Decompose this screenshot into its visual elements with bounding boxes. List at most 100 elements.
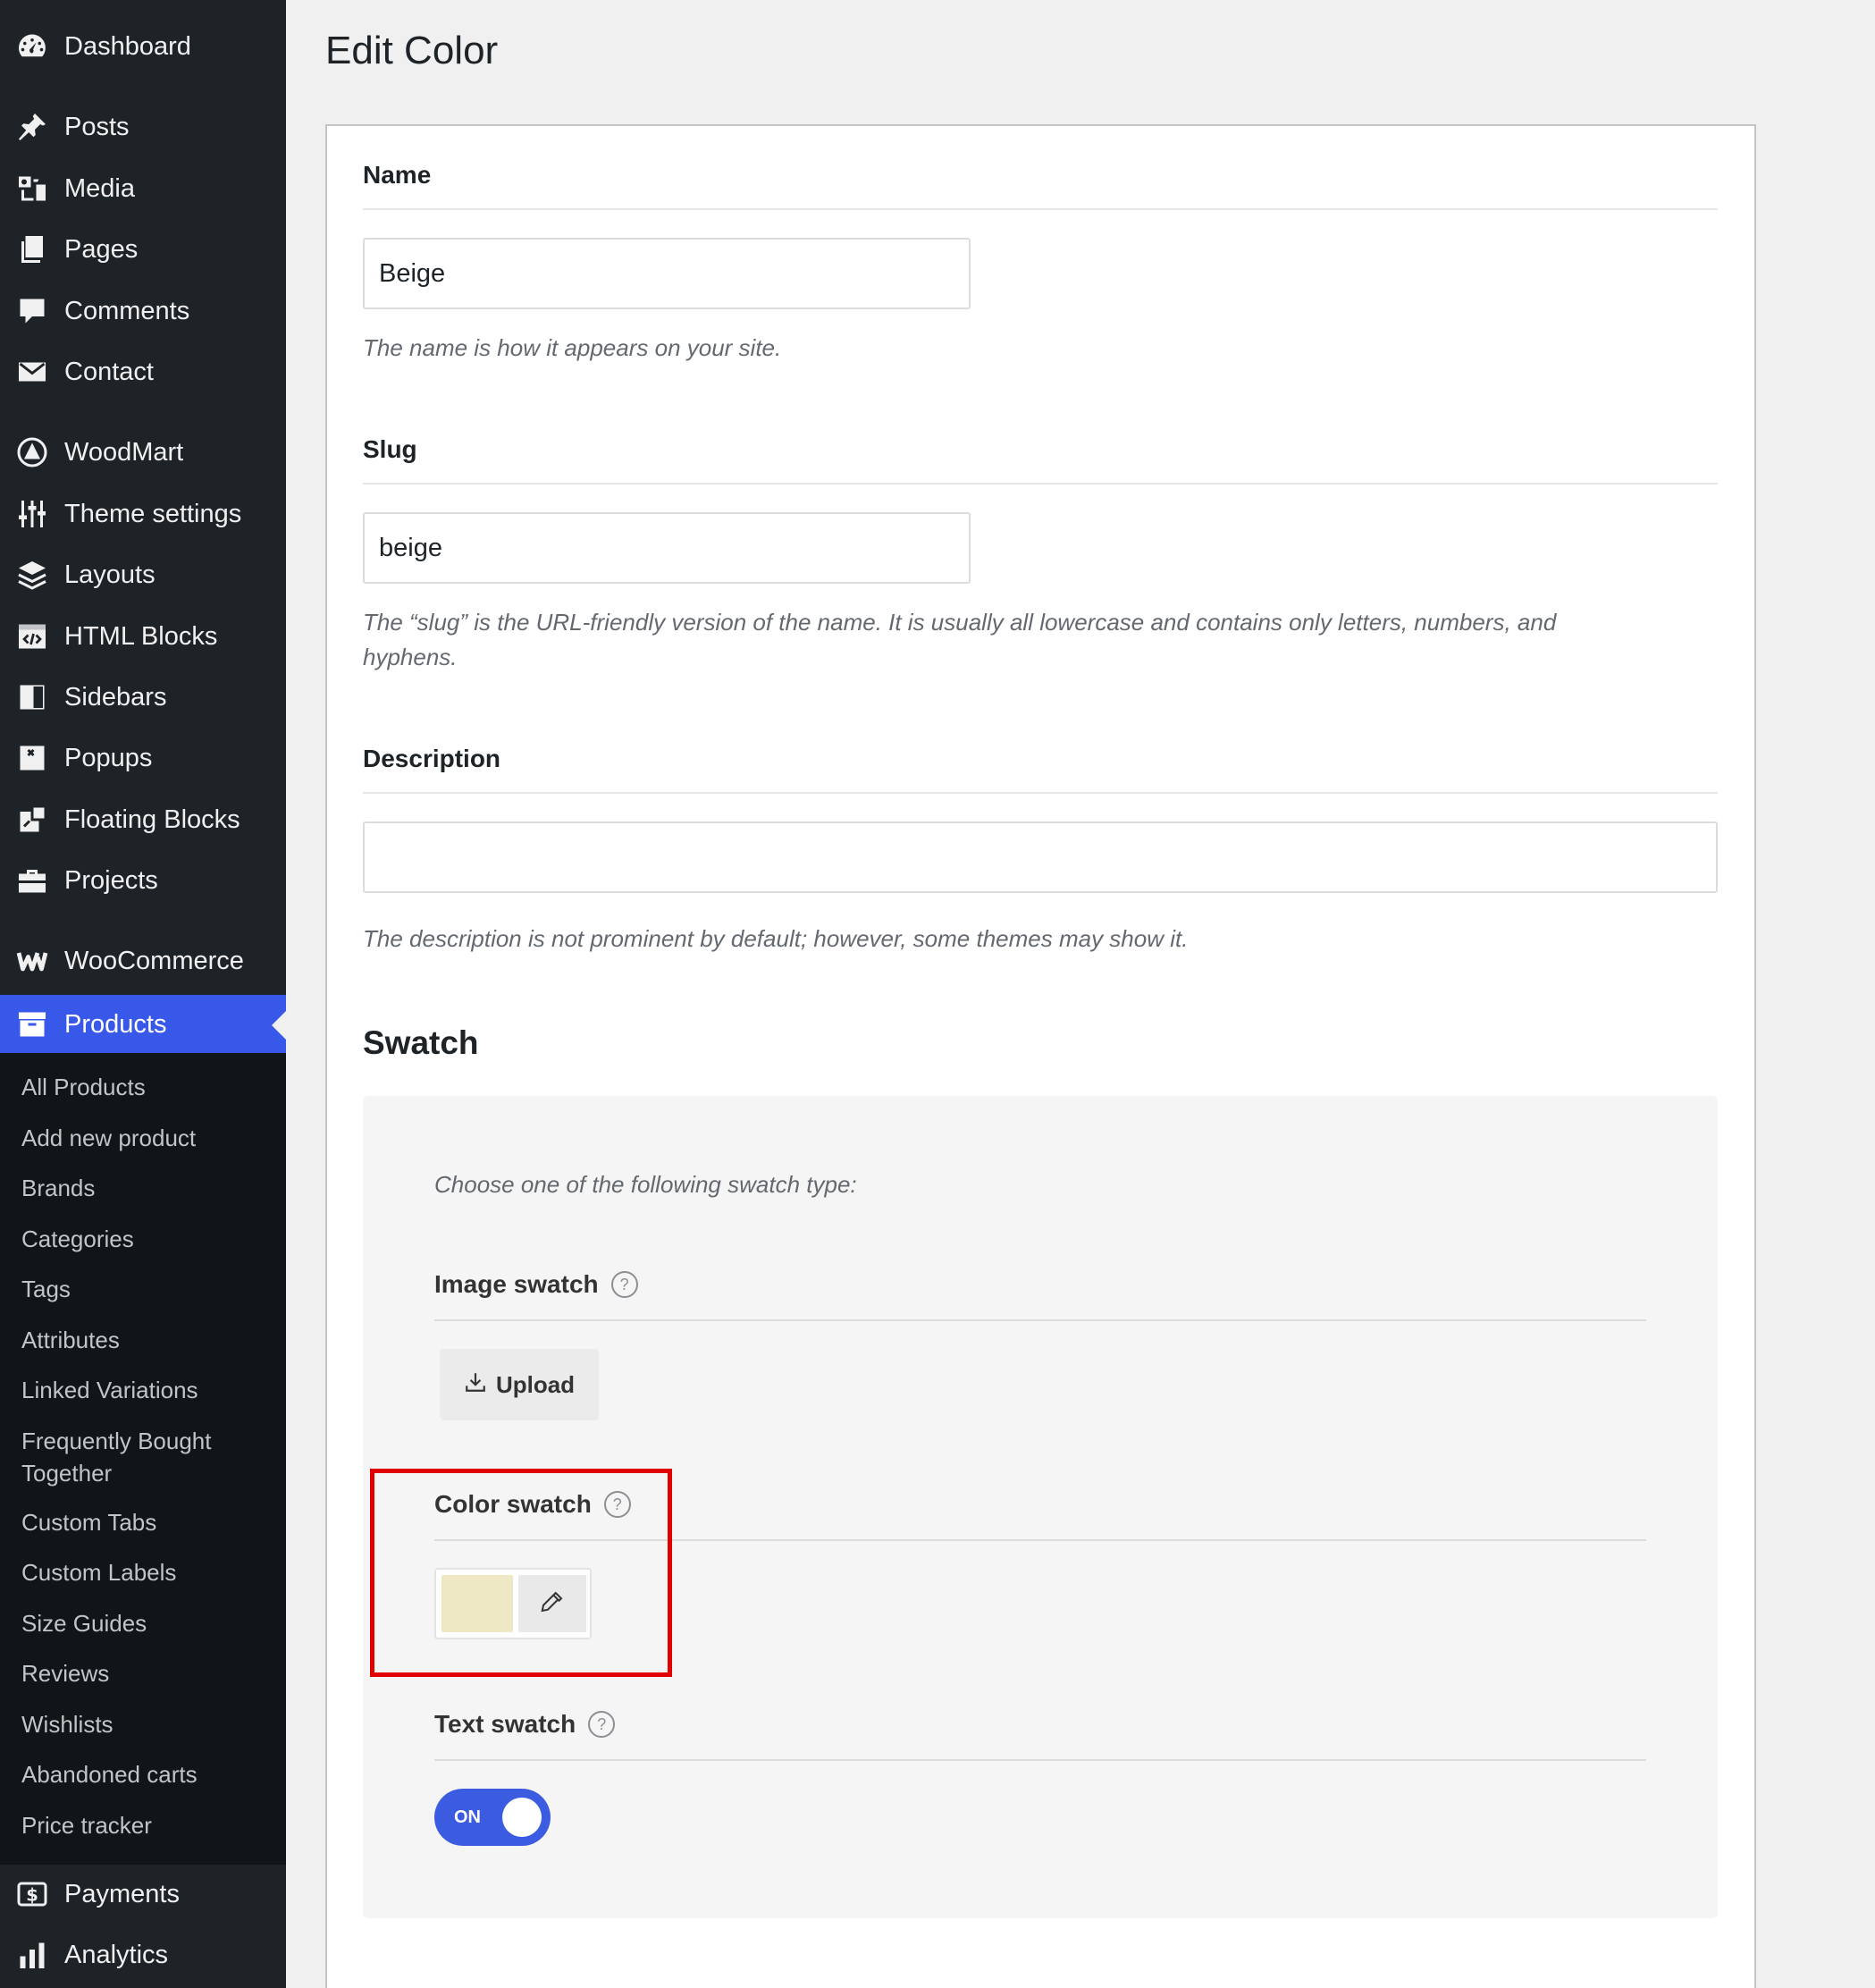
menu-item-floating-blocks[interactable]: Floating Blocks	[0, 793, 286, 847]
envelope-icon	[14, 354, 50, 390]
menu-item-sidebars[interactable]: Sidebars	[0, 670, 286, 724]
submenu-tags[interactable]: Tags	[21, 1273, 281, 1305]
download-icon	[464, 1370, 487, 1400]
submenu-brands[interactable]: Brands	[21, 1172, 281, 1204]
submenu-abandoned-carts[interactable]: Abandoned carts	[21, 1758, 281, 1790]
menu-item-dashboard[interactable]: Dashboard	[0, 20, 286, 73]
submenu-wishlists[interactable]: Wishlists	[21, 1708, 281, 1740]
submenu-all-products[interactable]: All Products	[21, 1071, 281, 1103]
menu-item-contact[interactable]: Contact	[0, 345, 286, 399]
menu-item-html-blocks[interactable]: HTML Blocks	[0, 610, 286, 663]
name-label: Name	[363, 161, 432, 189]
menu-item-pages[interactable]: Pages	[0, 223, 286, 276]
sliders-icon	[14, 496, 50, 532]
menu-item-analytics[interactable]: Analytics	[0, 1928, 286, 1982]
products-submenu: All Products Add new product Brands Cate…	[0, 1053, 286, 1865]
upload-button[interactable]: Upload	[440, 1349, 599, 1420]
menu-label: Analytics	[64, 1940, 169, 1969]
submenu-custom-labels[interactable]: Custom Labels	[21, 1556, 281, 1588]
toggle-knob	[502, 1798, 542, 1837]
woo-icon	[14, 943, 50, 979]
woodmart-icon	[14, 434, 50, 470]
text-swatch-label: Text swatch ?	[434, 1710, 616, 1739]
description-help-text: The description is not prominent by defa…	[363, 925, 1189, 952]
bar-chart-icon	[14, 1937, 50, 1973]
description-label: Description	[363, 745, 501, 772]
code-icon	[14, 619, 50, 654]
dashboard-icon	[14, 29, 50, 64]
menu-item-layouts[interactable]: Layouts	[0, 548, 286, 602]
submenu-linked-variations[interactable]: Linked Variations	[21, 1374, 281, 1406]
menu-item-posts[interactable]: Posts	[0, 100, 286, 154]
layers-icon	[14, 557, 50, 593]
divider	[434, 1759, 1646, 1761]
popup-icon	[14, 740, 50, 776]
menu-item-projects[interactable]: Projects	[0, 854, 286, 907]
menu-item-popups[interactable]: Popups	[0, 731, 286, 785]
menu-label: Projects	[64, 865, 158, 895]
menu-label: Contact	[64, 357, 154, 386]
menu-label: Media	[64, 173, 135, 203]
menu-item-woocommerce[interactable]: WooCommerce	[0, 934, 286, 988]
highlight-annotation-box	[370, 1469, 672, 1677]
swatch-heading: Swatch	[363, 1024, 479, 1061]
pin-icon	[14, 109, 50, 145]
slug-label: Slug	[363, 435, 417, 463]
menu-label: Layouts	[64, 560, 156, 589]
menu-label: Sidebars	[64, 682, 167, 712]
menu-item-products[interactable]: Products	[0, 995, 286, 1054]
menu-label: Products	[64, 1009, 167, 1039]
image-swatch-title: Image swatch	[434, 1270, 599, 1298]
slug-help-text-cont: hyphens.	[363, 644, 458, 670]
divider	[363, 483, 1718, 484]
help-icon[interactable]: ?	[610, 1271, 638, 1298]
help-icon[interactable]: ?	[588, 1711, 616, 1738]
menu-label: WooCommerce	[64, 946, 244, 975]
submenu-price-tracker[interactable]: Price tracker	[21, 1809, 281, 1841]
sidebar-icon	[14, 679, 50, 715]
comment-icon	[14, 293, 50, 329]
menu-label: Dashboard	[64, 31, 191, 61]
menu-label: WoodMart	[64, 437, 184, 467]
admin-sidebar: Dashboard Posts Media Pages Comments Con…	[0, 0, 286, 1988]
menu-label: Theme settings	[64, 499, 242, 528]
menu-item-payments[interactable]: $ Payments	[0, 1867, 286, 1921]
swatch-intro-text: Choose one of the following swatch type:	[434, 1171, 857, 1198]
menu-label: Payments	[64, 1879, 180, 1908]
image-swatch-label: Image swatch ?	[434, 1270, 638, 1299]
submenu-reviews[interactable]: Reviews	[21, 1657, 281, 1689]
submenu-categories[interactable]: Categories	[21, 1223, 281, 1255]
submenu-frequently-bought-together[interactable]: Frequently Bought Together	[21, 1425, 245, 1489]
page-title: Edit Color	[325, 29, 499, 72]
slug-input[interactable]	[363, 512, 971, 584]
menu-item-media[interactable]: Media	[0, 162, 286, 215]
svg-text:$: $	[26, 1885, 38, 1906]
upload-label: Upload	[495, 1370, 576, 1398]
description-textarea[interactable]	[363, 821, 1718, 893]
submenu-custom-tabs[interactable]: Custom Tabs	[21, 1506, 281, 1538]
name-help-text: The name is how it appears on your site.	[363, 334, 782, 361]
media-icon	[14, 171, 50, 206]
menu-label: Floating Blocks	[64, 804, 240, 834]
pages-icon	[14, 232, 50, 267]
submenu-attributes[interactable]: Attributes	[21, 1324, 281, 1356]
submenu-add-new-product[interactable]: Add new product	[21, 1122, 281, 1154]
divider	[434, 1319, 1646, 1321]
menu-label: Pages	[64, 234, 139, 264]
menu-label: Posts	[64, 112, 130, 141]
briefcase-icon	[14, 863, 50, 898]
menu-label: Comments	[64, 296, 190, 325]
menu-item-woodmart[interactable]: WoodMart	[0, 425, 286, 479]
archive-icon	[14, 1007, 50, 1042]
menu-item-theme-settings[interactable]: Theme settings	[0, 487, 286, 541]
dollar-icon: $	[14, 1876, 50, 1912]
text-swatch-title: Text swatch	[434, 1710, 576, 1738]
text-swatch-toggle[interactable]: ON	[434, 1789, 551, 1846]
floating-icon	[14, 802, 50, 838]
toggle-label: ON	[454, 1807, 481, 1827]
name-input[interactable]	[363, 238, 971, 309]
divider	[363, 792, 1718, 794]
menu-item-comments[interactable]: Comments	[0, 284, 286, 338]
divider	[363, 208, 1718, 210]
submenu-size-guides[interactable]: Size Guides	[21, 1607, 281, 1639]
